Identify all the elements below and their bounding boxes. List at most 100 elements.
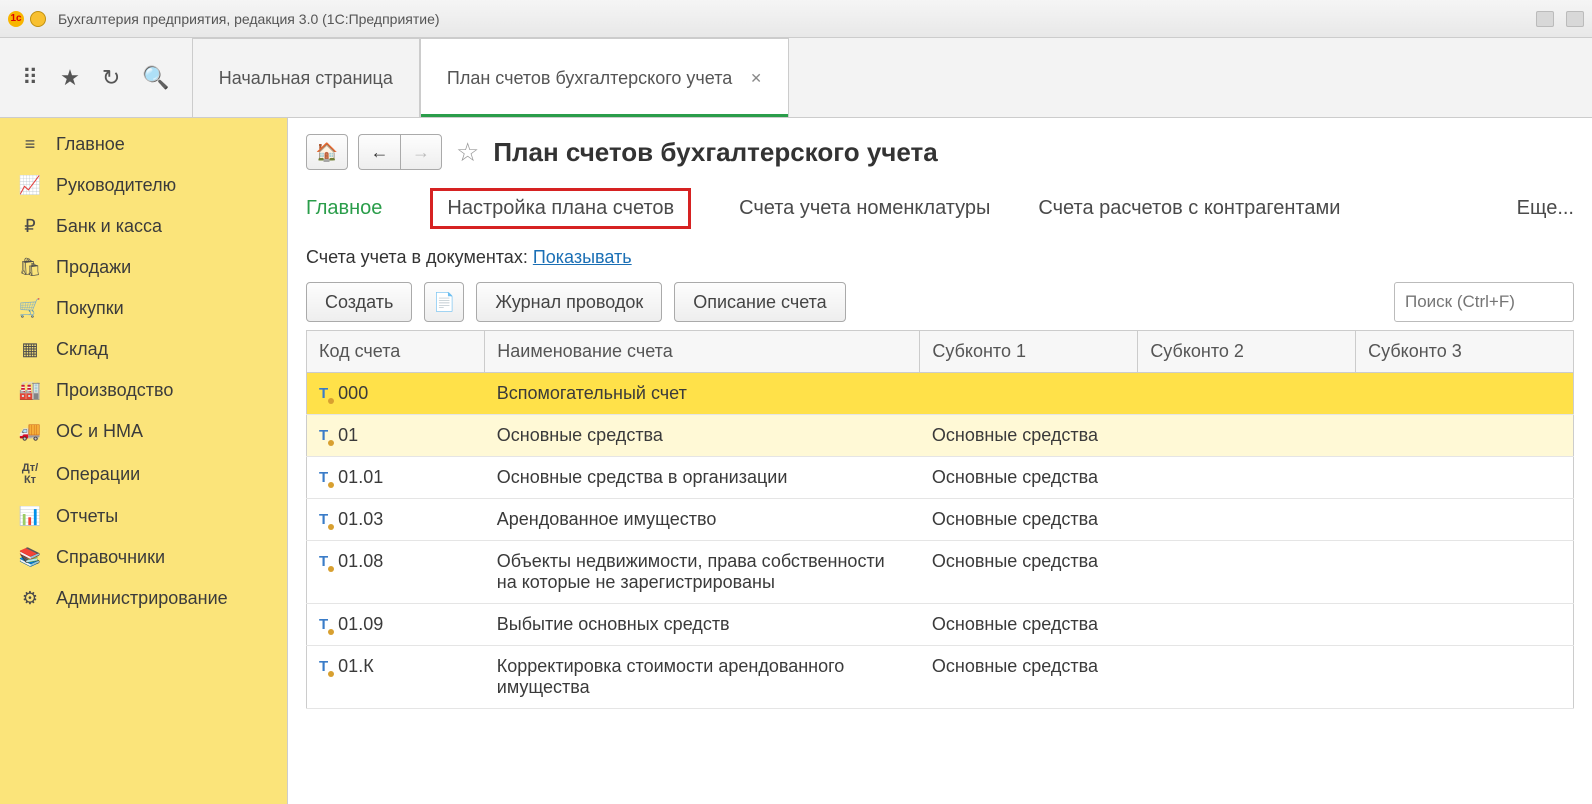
ruble-icon: ₽ [18,216,42,237]
subnav-settings[interactable]: Настройка плана счетов [430,188,691,229]
home-button[interactable]: 🏠 [306,134,348,170]
account-code: 01.08 [338,551,383,572]
account-sub1: Основные средства [920,499,1138,541]
sidebar-item-manager[interactable]: 📈Руководителю [0,165,287,206]
books-icon: 📚 [18,547,42,568]
sidebar-item-main[interactable]: ≡Главное [0,124,287,165]
sidebar-item-label: Руководителю [56,175,176,196]
account-sub2 [1138,646,1356,709]
account-name: Основные средства [485,415,920,457]
account-sub2 [1138,541,1356,604]
info-label: Счета учета в документах: [306,247,533,267]
account-code: 01.09 [338,614,383,635]
th-code[interactable]: Код счета [307,331,485,373]
th-sub2[interactable]: Субконто 2 [1138,331,1356,373]
sidebar-item-references[interactable]: 📚 Справочники [0,537,287,578]
table-row[interactable]: Т01.01Основные средства в организацииОсн… [307,457,1574,499]
sidebar-item-reports[interactable]: 📊 Отчеты [0,496,287,537]
sidebar-item-label: Банк и касса [56,216,162,237]
account-sub3 [1356,373,1574,415]
account-sub1 [920,373,1138,415]
account-icon: Т [319,385,328,402]
account-code: 01.01 [338,467,383,488]
sidebar-item-operations[interactable]: Дт/КтОперации [0,452,287,496]
subnav-contractors[interactable]: Счета расчетов с контрагентами [1038,197,1340,220]
account-sub1: Основные средства [920,646,1138,709]
subnav-more[interactable]: Еще... [1517,197,1574,220]
account-sub3 [1356,457,1574,499]
minimize-icon[interactable] [30,11,46,27]
account-sub2 [1138,415,1356,457]
account-sub3 [1356,604,1574,646]
tab-start-page[interactable]: Начальная страница [192,38,420,117]
grid-icon: ▦ [18,339,42,360]
window-button-2[interactable] [1566,11,1584,27]
window-button-1[interactable] [1536,11,1554,27]
account-name: Выбытие основных средств [485,604,920,646]
bars-icon: 📊 [18,506,42,527]
tab-chart-of-accounts[interactable]: План счетов бухгалтерского учета ✕ [420,38,789,117]
sidebar-item-sales[interactable]: 🛍 Продажи [0,247,287,288]
sidebar-item-label: Отчеты [56,506,118,527]
bag-icon: 🛍 [18,257,42,278]
page-title: План счетов бухгалтерского учета [493,137,937,168]
account-sub3 [1356,541,1574,604]
account-sub2 [1138,457,1356,499]
close-icon[interactable]: ✕ [750,70,762,87]
sidebar-item-bank[interactable]: ₽ Банк и касса [0,206,287,247]
sidebar-item-label: Справочники [56,547,165,568]
account-sub2 [1138,499,1356,541]
sidebar-item-label: Главное [56,134,125,155]
star-icon[interactable]: ★ [60,65,80,91]
app-1c-icon: 1c [8,11,24,27]
table-row[interactable]: Т000Вспомогательный счет [307,373,1574,415]
journal-button[interactable]: Журнал проводок [476,282,662,322]
top-toolbar: ⠿ ★ ↻ 🔍 Начальная страница План счетов б… [0,38,1592,118]
titlebar: 1c Бухгалтерия предприятия, редакция 3.0… [0,0,1592,38]
history-icon[interactable]: ↻ [102,65,120,91]
subnav-main[interactable]: Главное [306,197,382,220]
table-row[interactable]: Т01Основные средстваОсновные средства [307,415,1574,457]
create-button[interactable]: Создать [306,282,412,322]
account-sub3 [1356,415,1574,457]
dtkt-icon: Дт/Кт [18,462,42,486]
th-sub1[interactable]: Субконто 1 [920,331,1138,373]
sidebar-item-label: Производство [56,380,173,401]
description-button[interactable]: Описание счета [674,282,845,322]
account-name: Объекты недвижимости, права собственност… [485,541,920,604]
sidebar-item-assets[interactable]: 🚚 ОС и НМА [0,411,287,452]
account-sub1: Основные средства [920,415,1138,457]
account-icon: Т [319,616,328,633]
account-name: Арендованное имущество [485,499,920,541]
account-icon: Т [319,469,328,486]
account-sub3 [1356,646,1574,709]
apps-icon[interactable]: ⠿ [22,65,38,91]
sidebar-item-label: Продажи [56,257,131,278]
sidebar-item-purchases[interactable]: 🛒Покупки [0,288,287,329]
account-icon: Т [319,427,328,444]
sidebar-item-admin[interactable]: ⚙Администрирование [0,578,287,619]
account-name: Вспомогательный счет [485,373,920,415]
add-button[interactable]: 📄 [424,282,464,322]
account-code: 01.К [338,656,374,677]
back-button[interactable]: ← [358,134,400,170]
sidebar-item-warehouse[interactable]: ▦ Склад [0,329,287,370]
subnav-nomenclature[interactable]: Счета учета номенклатуры [739,197,990,220]
table-row[interactable]: Т01.ККорректировка стоимости арендованно… [307,646,1574,709]
info-link[interactable]: Показывать [533,247,632,267]
sidebar-item-production[interactable]: 🏭Производство [0,370,287,411]
sidebar-item-label: Покупки [56,298,124,319]
search-input[interactable] [1394,282,1574,322]
table-row[interactable]: Т01.09Выбытие основных средствОсновные с… [307,604,1574,646]
truck-icon: 🚚 [18,421,42,442]
sidebar-item-label: Склад [56,339,108,360]
table-row[interactable]: Т01.03Арендованное имуществоОсновные сре… [307,499,1574,541]
search-icon[interactable]: 🔍 [142,65,169,91]
account-icon: Т [319,553,328,570]
favorite-icon[interactable]: ☆ [456,137,479,168]
th-sub3[interactable]: Субконто 3 [1356,331,1574,373]
table-row[interactable]: Т 01.08 Объекты недвижимости, права собств… [307,541,1574,604]
forward-button[interactable]: → [400,134,442,170]
th-name[interactable]: Наименование счета [485,331,920,373]
sidebar-item-label: ОС и НМА [56,421,143,442]
